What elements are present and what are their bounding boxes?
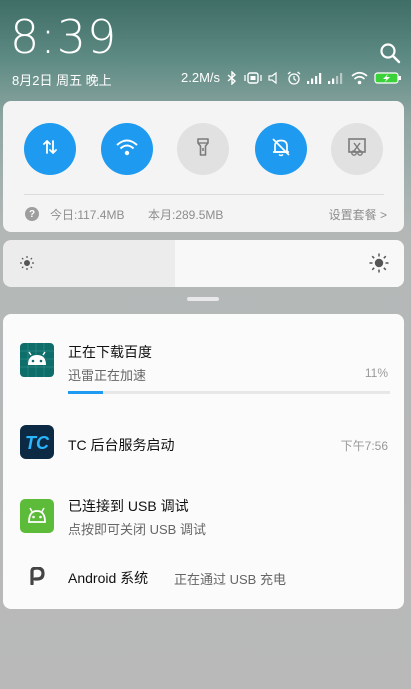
svg-text:TC: TC	[25, 433, 50, 453]
screenshot-toggle[interactable]	[331, 123, 383, 175]
wifi-icon	[351, 71, 368, 85]
quick-settings-panel: ? 今日:117.4MB 本月:289.5MB 设置套餐 >	[3, 101, 404, 232]
data-usage-row[interactable]: ? 今日:117.4MB 本月:289.5MB 设置套餐 >	[25, 205, 387, 223]
notification-title: 已连接到 USB 调试	[68, 498, 189, 514]
notification-detail: 正在通过 USB 充电	[174, 572, 286, 587]
flashlight-toggle[interactable]	[177, 123, 229, 175]
screenshot-icon	[346, 136, 368, 163]
month-usage: 本月:289.5MB	[148, 208, 224, 222]
notification-subtitle: 迅雷正在加速	[68, 368, 147, 383]
notification-title: Android 系统	[68, 570, 149, 586]
wifi-icon	[115, 137, 139, 162]
bell-off-icon	[270, 136, 292, 163]
usb-debug-icon	[20, 499, 54, 533]
charging-icon	[28, 566, 46, 586]
mobile-data-toggle[interactable]	[24, 123, 76, 175]
signal-icon	[327, 71, 343, 85]
divider	[24, 194, 384, 195]
android-app-icon	[20, 343, 54, 377]
tc-app-icon: TC	[20, 425, 54, 459]
notification-title: TC 后台服务启动	[68, 437, 175, 453]
network-speed: 2.2M/s	[181, 70, 221, 85]
bluetooth-icon	[227, 70, 237, 86]
search-icon[interactable]	[378, 41, 402, 65]
notification-time: 下午7:56	[340, 439, 388, 453]
download-progress-fill	[68, 391, 104, 394]
today-usage: 今日:117.4MB	[50, 208, 125, 222]
sound-icon	[268, 71, 280, 85]
mobile-data-icon	[40, 137, 60, 162]
alarm-icon	[287, 71, 301, 85]
brightness-slider[interactable]	[3, 240, 404, 287]
notification-android-system[interactable]: Android 系统 正在通过 USB 充电	[3, 547, 404, 603]
notification-tc[interactable]: TC TC 后台服务启动 下午7:56	[3, 411, 404, 471]
mute-toggle[interactable]	[255, 123, 307, 175]
brightness-high-icon	[369, 253, 389, 273]
flashlight-icon	[193, 136, 213, 163]
help-icon[interactable]: ?	[25, 207, 39, 221]
wifi-toggle[interactable]	[101, 123, 153, 175]
battery-icon	[374, 71, 402, 85]
download-progress-bar	[68, 391, 390, 394]
notification-subtitle: 点按即可关闭 USB 调试	[68, 522, 206, 537]
progress-percent: 11%	[364, 366, 388, 380]
notification-title: 正在下载百度	[68, 344, 152, 360]
notification-usb-debugging[interactable]: 已连接到 USB 调试 点按即可关闭 USB 调试	[3, 474, 404, 542]
notification-download[interactable]: 正在下载百度 迅雷正在加速 11%	[3, 314, 404, 406]
date-label[interactable]: 8月2日 周五 晚上	[12, 70, 112, 89]
signal-icon	[306, 71, 322, 85]
drag-handle[interactable]	[187, 297, 219, 301]
clock[interactable]: 8:39	[10, 14, 117, 60]
vibrate-icon	[244, 71, 262, 85]
brightness-low-icon	[19, 255, 35, 271]
notifications-panel: 正在下载百度 迅雷正在加速 11% TC TC 后台服务启动 下午7:56 已连…	[3, 314, 404, 609]
set-plan-link[interactable]: 设置套餐 >	[329, 206, 387, 223]
